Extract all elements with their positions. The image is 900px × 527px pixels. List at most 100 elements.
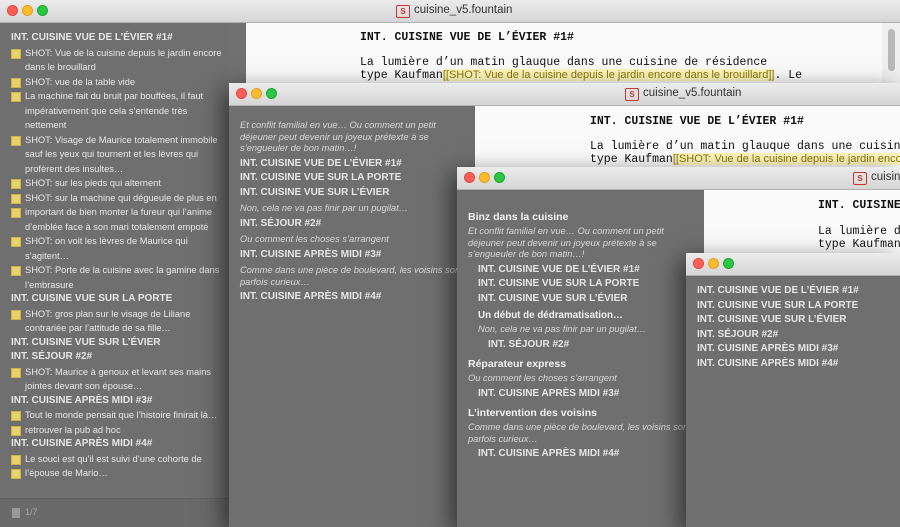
window-4: INT. CUISINE VUE DE L’ÉVIER #1# INT. CUIS… (686, 253, 900, 527)
note-checkbox[interactable] (11, 425, 21, 436)
scene-heading-item[interactable]: INT. CUISINE VUE SUR L’ÉVIER (468, 292, 694, 307)
close-button[interactable] (7, 5, 18, 16)
close-button[interactable] (464, 172, 475, 183)
shot-note-item[interactable]: La machine fait du bruit par bouffées, i… (11, 89, 228, 133)
window-3-titlebar[interactable]: Scuisine (457, 167, 900, 190)
close-button[interactable] (693, 258, 704, 269)
minimize-button[interactable] (708, 258, 719, 269)
minimize-button[interactable] (251, 88, 262, 99)
zoom-button[interactable] (494, 172, 505, 183)
note-checkbox[interactable] (11, 48, 21, 59)
subsection-item[interactable]: Un début de dédramatisation… (468, 310, 694, 321)
section-item[interactable]: Réparateur express (468, 358, 694, 370)
shot-note-item[interactable]: SHOT: Porte de la cuisine avec la gamine… (11, 263, 228, 292)
scene-heading-item[interactable]: INT. CUISINE VUE SUR LA PORTE (240, 171, 465, 186)
shot-note-item[interactable]: l’épouse de Mario… (11, 466, 228, 481)
scene-heading: INT. CUISINE VUE DE L’ÉVIER #1# (360, 31, 574, 44)
scene-heading-item[interactable]: INT. CUISINE VUE DE L’ÉVIER #1# (697, 284, 900, 299)
note-checkbox[interactable] (11, 92, 21, 102)
note-checkbox[interactable] (11, 309, 21, 320)
scene-heading-item[interactable]: INT. SÉJOUR #2# (468, 338, 694, 353)
synopsis-item[interactable]: Non, cela ne va pas finir par un pugilat… (240, 203, 465, 215)
note-checkbox[interactable] (11, 454, 21, 465)
shot-note-item[interactable]: SHOT: sur la machine qui dégueule de plu… (11, 191, 228, 206)
scene-heading-item[interactable]: INT. CUISINE APRÈS MIDI #3# (240, 248, 465, 263)
shot-note-item[interactable]: retrouver la pub ad hoc (11, 423, 228, 438)
scrollbar-thumb[interactable] (888, 29, 895, 71)
section-item[interactable]: Binz dans la cuisine (468, 211, 694, 223)
shot-note-item[interactable]: SHOT: Visage de Maurice totalement immob… (11, 133, 228, 177)
scene-heading-item[interactable]: INT. CUISINE APRÈS MIDI #4# (240, 290, 465, 305)
action-line: La lumière d’un matin glauque dans une c… (360, 56, 768, 69)
section-item[interactable]: L’intervention des voisins (468, 407, 694, 419)
note-text: SHOT: sur la machine qui dégueule de plu… (25, 192, 217, 203)
shot-note-item[interactable]: SHOT: sur les pieds qui alternent (11, 176, 228, 191)
scene-heading-item[interactable]: INT. CUISINE VUE SUR LA PORTE (697, 299, 900, 314)
note-text: SHOT: on voit les lèvres de Maurice qui … (25, 236, 188, 261)
window-title-text: cuisine_v5.fountain (414, 4, 513, 16)
scene-heading-item[interactable]: INT. CUISINE VUE SUR LA PORTE (468, 277, 694, 292)
navigator-sidebar: INT. CUISINE VUE DE L’ÉVIER #1# INT. CUIS… (686, 276, 900, 527)
shot-note-item[interactable]: SHOT: Vue de la cuisine depuis le jardin… (11, 46, 228, 75)
note-checkbox[interactable] (11, 179, 21, 189)
close-button[interactable] (236, 88, 247, 99)
navigator-sidebar: Binz dans la cuisine Et conflit familial … (457, 190, 704, 527)
shot-note-item[interactable]: Le souci est qu’il est suivi d’une cohor… (11, 452, 228, 467)
note-checkbox[interactable] (11, 237, 21, 247)
zoom-button[interactable] (266, 88, 277, 99)
zoom-button[interactable] (37, 5, 48, 16)
scene-heading-item[interactable]: INT. SÉJOUR #2# (240, 217, 465, 232)
scene-heading-item[interactable]: INT. CUISINE VUE SUR L’ÉVIER (11, 336, 228, 351)
scene-heading-item[interactable]: INT. CUISINE VUE SUR L’ÉVIER (240, 186, 465, 201)
minimize-button[interactable] (22, 5, 33, 16)
page-icon (12, 508, 20, 518)
note-text: SHOT: sur les pieds qui alternent (25, 178, 161, 188)
shot-note-item[interactable]: important de bien monter la fureur qui l… (11, 205, 228, 234)
synopsis-item[interactable]: Comme dans une pièce de boulevard, les v… (240, 265, 465, 288)
scene-heading-item[interactable]: INT. CUISINE APRÈS MIDI #3# (468, 387, 694, 402)
synopsis-item[interactable]: Et conflit familial en vue… Ou comment u… (468, 226, 694, 261)
note-checkbox[interactable] (11, 367, 21, 378)
note-checkbox[interactable] (11, 135, 21, 146)
window-controls (7, 5, 52, 23)
scene-heading-item[interactable]: INT. CUISINE APRÈS MIDI #4# (11, 437, 228, 452)
synopsis-item[interactable]: Et conflit familial en vue… Ou comment u… (240, 120, 465, 155)
window-1-titlebar[interactable]: Scuisine_v5.fountain (0, 0, 900, 23)
scene-heading-item[interactable]: INT. SÉJOUR #2# (697, 328, 900, 343)
scene-heading-item[interactable]: INT. CUISINE VUE DE L’ÉVIER #1# (468, 263, 694, 278)
scene-heading-item[interactable]: INT. SÉJOUR #2# (11, 350, 228, 365)
app-icon: S (396, 5, 410, 18)
note-text: l’épouse de Mario… (25, 468, 108, 478)
window-4-titlebar[interactable] (686, 253, 900, 276)
shot-note-item[interactable]: SHOT: on voit les lèvres de Maurice qui … (11, 234, 228, 263)
note-checkbox[interactable] (11, 77, 21, 88)
zoom-button[interactable] (723, 258, 734, 269)
shot-note-item[interactable]: SHOT: Maurice à genoux et levant ses mai… (11, 365, 228, 394)
note-text: SHOT: Visage de Maurice totalement immob… (25, 134, 218, 174)
scene-heading-item[interactable]: INT. CUISINE VUE DE L’ÉVIER #1# (240, 157, 465, 172)
note-checkbox[interactable] (11, 266, 21, 276)
synopsis-item[interactable]: Ou comment les choses s’arrangent (240, 234, 465, 246)
note-checkbox[interactable] (11, 193, 21, 204)
synopsis-item[interactable]: Ou comment les choses s’arrangent (468, 373, 694, 385)
scene-heading-item[interactable]: INT. CUISINE VUE SUR LA PORTE (11, 292, 228, 307)
action-line: La lumière d (818, 225, 900, 238)
scene-heading-item[interactable]: INT. CUISINE APRÈS MIDI #4# (468, 447, 694, 462)
note-checkbox[interactable] (11, 469, 21, 479)
shot-note-item[interactable]: SHOT: gros plan sur le visage de Liliane… (11, 307, 228, 336)
page-counter: 1/7 (25, 507, 38, 517)
note-checkbox[interactable] (11, 411, 21, 421)
shot-note-item[interactable]: Tout le monde pensait que l’histoire fin… (11, 408, 228, 423)
shot-note-item[interactable]: SHOT: vue de la table vide (11, 75, 228, 90)
synopsis-item[interactable]: Non, cela ne va pas finir par un pugilat… (468, 324, 694, 336)
scene-heading-item[interactable]: INT. CUISINE VUE DE L’ÉVIER #1# (11, 31, 228, 46)
scene-heading-item[interactable]: INT. CUISINE APRÈS MIDI #3# (11, 394, 228, 409)
shot-note: [[SHOT: Vue de la cuisine depuis le jard… (442, 69, 775, 81)
note-checkbox[interactable] (11, 208, 21, 218)
minimize-button[interactable] (479, 172, 490, 183)
synopsis-item[interactable]: Comme dans une pièce de boulevard, les v… (468, 422, 694, 445)
scene-heading-item[interactable]: INT. CUISINE VUE SUR L’ÉVIER (697, 313, 900, 328)
scene-heading-item[interactable]: INT. CUISINE APRÈS MIDI #3# (697, 342, 900, 357)
window-2-titlebar[interactable]: Scuisine_v5.fountain (229, 83, 900, 106)
scene-heading-item[interactable]: INT. CUISINE APRÈS MIDI #4# (697, 357, 900, 372)
